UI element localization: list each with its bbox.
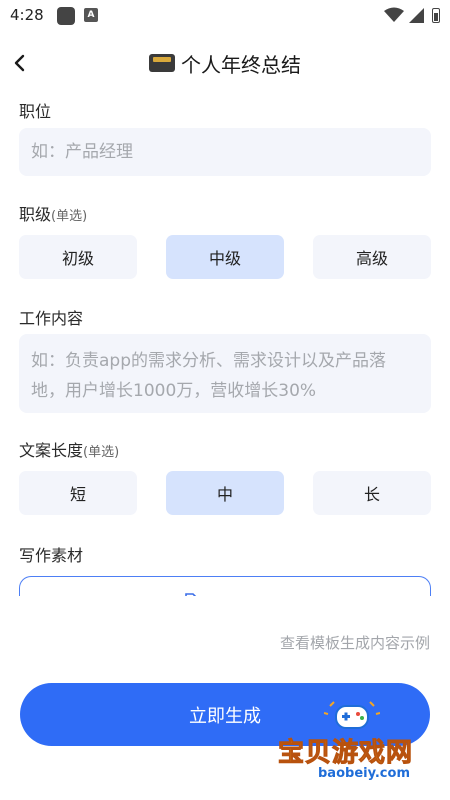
length-option-long[interactable]: 长 — [313, 471, 431, 515]
material-label: 写作素材 — [19, 542, 83, 566]
gamepad-icon — [324, 701, 380, 729]
level-hint: (单选) — [51, 209, 88, 224]
level-option-senior[interactable]: 高级 — [313, 235, 431, 279]
page-title: 个人年终总结 — [181, 52, 301, 77]
length-hint: (单选) — [83, 445, 120, 460]
position-placeholder: 如：产品经理 — [31, 142, 133, 162]
level-label: 职级(单选) — [19, 201, 87, 225]
notification-square-icon — [57, 7, 75, 25]
position-label: 职位 — [19, 98, 51, 122]
level-option-middle[interactable]: 中级 — [166, 235, 284, 279]
work-content-textarea[interactable]: 如：负责app的需求分析、需求设计以及产品落地，用户增长1000万，营收增长30… — [19, 334, 431, 413]
battery-icon — [432, 8, 440, 23]
work-placeholder: 如：负责app的需求分析、需求设计以及产品落地，用户增长1000万，营收增长30… — [31, 351, 386, 401]
length-option-medium[interactable]: 中 — [166, 471, 284, 515]
wifi-icon — [384, 7, 404, 22]
watermark: 宝贝游戏网 baobeiy.com — [268, 700, 438, 800]
position-label-text: 职位 — [19, 102, 52, 121]
app-badge-icon: A — [84, 8, 98, 22]
length-options: 短 中 长 — [19, 471, 431, 515]
signal-icon — [409, 8, 424, 23]
work-label-text: 工作内容 — [19, 309, 84, 328]
level-option-junior[interactable]: 初级 — [19, 235, 137, 279]
watermark-text: 宝贝游戏网 — [277, 738, 414, 769]
briefcase-icon — [149, 54, 175, 72]
status-time: 4:28 — [10, 6, 44, 24]
work-label: 工作内容 — [19, 305, 83, 329]
header: 个人年终总结 — [0, 48, 450, 78]
scroll-fade — [0, 596, 450, 608]
length-option-short[interactable]: 短 — [19, 471, 137, 515]
level-options: 初级 中级 高级 — [19, 235, 431, 279]
material-label-text: 写作素材 — [19, 546, 84, 565]
watermark-url: baobeiy.com — [318, 766, 410, 781]
length-label-text: 文案长度 — [19, 441, 84, 460]
position-input[interactable]: 如：产品经理 — [19, 128, 431, 176]
example-link[interactable]: 查看模板生成内容示例 — [280, 632, 430, 653]
level-label-text: 职级 — [19, 205, 52, 224]
length-label: 文案长度(单选) — [19, 437, 119, 461]
status-bar: 4:28 A — [0, 0, 450, 32]
